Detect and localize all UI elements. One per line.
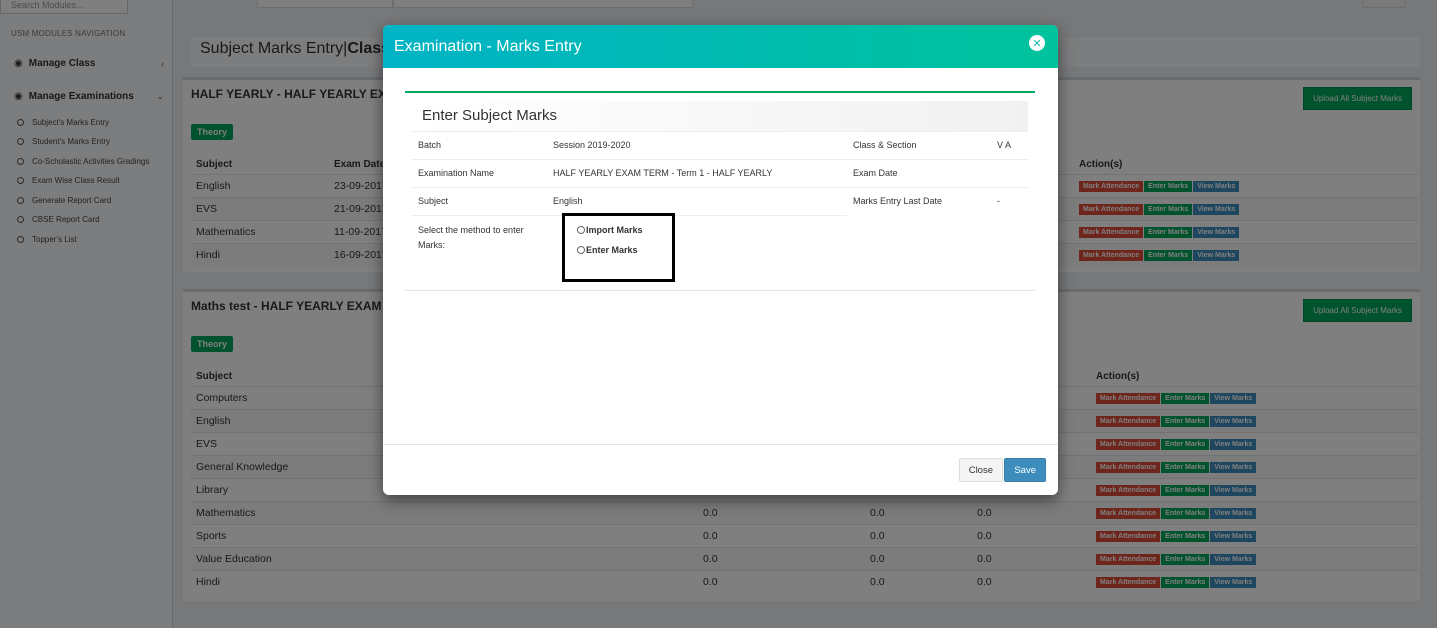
class-section-label: Class & Section: [847, 131, 991, 160]
marks-entry-modal: Examination - Marks Entry ✕ Enter Subjec…: [383, 25, 1058, 495]
radio-button[interactable]: [577, 226, 585, 234]
modal-title: Examination - Marks Entry: [394, 37, 582, 55]
import-marks-option[interactable]: Import Marks: [577, 225, 643, 235]
batch-value: Session 2019-2020: [547, 131, 847, 160]
close-icon[interactable]: ✕: [1029, 35, 1045, 51]
enter-subject-marks-box: Enter Subject Marks Batch Session 2019-2…: [405, 91, 1035, 291]
save-button[interactable]: Save: [1004, 458, 1046, 482]
last-date-label: Marks Entry Last Date: [847, 187, 991, 216]
enter-marks-option[interactable]: Enter Marks: [577, 245, 638, 255]
divider: [405, 290, 1035, 291]
close-button[interactable]: Close: [958, 458, 1003, 482]
class-section-value: V A: [991, 131, 1028, 160]
option-label: Import Marks: [586, 225, 643, 235]
batch-label: Batch: [412, 131, 547, 160]
subject-label: Subject: [412, 187, 547, 216]
exam-date-value: [991, 159, 1028, 188]
method-label: Select the method to enter Marks:: [412, 215, 547, 286]
box-title: Enter Subject Marks: [413, 101, 1028, 131]
exam-name-value: HALF YEARLY EXAM TERM - Term 1 - HALF YE…: [547, 159, 847, 188]
option-label: Enter Marks: [586, 245, 638, 255]
exam-name-label: Examination Name: [412, 159, 547, 188]
exam-date-label: Exam Date: [847, 159, 991, 188]
subject-value: English: [547, 187, 847, 216]
last-date-value: -: [991, 187, 1028, 216]
modal-header: Examination - Marks Entry: [383, 25, 1058, 68]
exam-info-table: Batch Session 2019-2020 Class & Section …: [412, 131, 1028, 286]
method-selection-highlight: Import Marks Enter Marks: [562, 213, 675, 282]
radio-button[interactable]: [577, 246, 585, 254]
modal-footer: Close Save: [383, 444, 1058, 495]
